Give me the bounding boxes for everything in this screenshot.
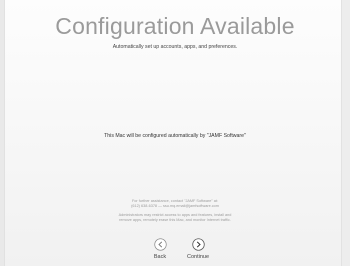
setup-assistant-screen: Configuration Available Automatically se… <box>0 0 350 266</box>
back-arrow-icon <box>153 238 167 251</box>
admin-line-2: remove apps, remotely erase this Mac, an… <box>119 218 231 223</box>
back-label: Back <box>153 254 167 260</box>
continue-button[interactable]: Continue <box>181 238 215 264</box>
admin-notice: Administrators may restrict access to ap… <box>92 213 258 223</box>
configuration-message: This Mac will be configured automaticall… <box>104 133 246 139</box>
page-subtitle: Automatically set up accounts, apps, and… <box>112 44 238 50</box>
continue-label: Continue <box>186 254 210 260</box>
contact-info: For further assistance, contact "JAMF So… <box>92 199 258 209</box>
continue-arrow-icon <box>191 238 205 251</box>
contact-line-2: (612) 638-6378 — ssu.mq.email@jamfsoftwa… <box>131 204 219 209</box>
page-title: Configuration Available <box>55 13 295 39</box>
back-button[interactable]: Back <box>143 238 177 264</box>
